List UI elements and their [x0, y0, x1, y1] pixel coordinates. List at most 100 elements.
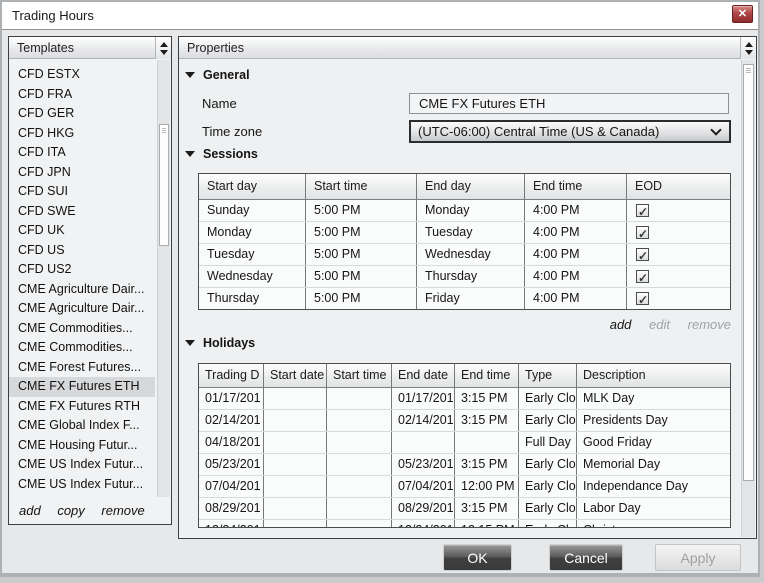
template-item[interactable]: CME Forest Futures... [9, 358, 155, 378]
holiday-cell [327, 410, 392, 431]
eod-checkbox[interactable] [636, 292, 649, 305]
timezone-value: (UTC-06:00) Central Time (US & Canada) [418, 124, 659, 139]
holiday-cell: 3:15 PM [455, 498, 519, 519]
close-button[interactable]: ✕ [732, 5, 753, 23]
eod-checkbox[interactable] [636, 270, 649, 283]
session-row[interactable]: Sunday5:00 PMMonday4:00 PM [199, 200, 730, 221]
name-input[interactable] [409, 93, 729, 114]
session-cell: 5:00 PM [306, 288, 417, 309]
holiday-cell: 3:15 PM [455, 454, 519, 475]
scroll-up-icon[interactable] [745, 42, 753, 47]
template-item[interactable]: CFD ITA [9, 143, 155, 163]
templates-panel-title: Templates [17, 41, 74, 55]
holiday-cell [455, 432, 519, 453]
cancel-button[interactable]: Cancel [549, 544, 623, 571]
templates-copy-link[interactable]: copy [57, 503, 84, 518]
holiday-row[interactable]: 07/04/20107/04/20112:00 PMEarly ClosInde… [199, 475, 730, 497]
template-item[interactable]: CME US Index Futur... [9, 455, 155, 475]
holidays-column-header: Start time [327, 364, 392, 387]
window-title: Trading Hours [12, 2, 94, 30]
properties-panel-title: Properties [187, 41, 244, 55]
eod-checkbox[interactable] [636, 248, 649, 261]
template-item[interactable]: CME Commodities... [9, 319, 155, 339]
sessions-add-link[interactable]: add [610, 317, 632, 332]
session-cell: 5:00 PM [306, 222, 417, 243]
holiday-cell: 01/17/201 [199, 388, 264, 409]
session-cell: 4:00 PM [525, 244, 627, 265]
holidays-column-header: Start date [264, 364, 327, 387]
properties-scrollbar-thumb[interactable] [743, 64, 754, 481]
ok-button[interactable]: OK [443, 544, 512, 571]
holiday-cell: Memorial Day [577, 454, 730, 475]
title-bar: Trading Hours ✕ [2, 2, 758, 30]
scroll-down-icon[interactable] [745, 50, 753, 55]
holiday-row[interactable]: 08/29/20108/29/2013:15 PMEarly ClosLabor… [199, 497, 730, 519]
properties-spinner[interactable] [740, 37, 756, 59]
holiday-row[interactable]: 05/23/20105/23/2013:15 PMEarly ClosMemor… [199, 453, 730, 475]
template-item[interactable]: CME Agriculture Dair... [9, 280, 155, 300]
holiday-cell: Early Clos [519, 454, 577, 475]
holiday-row[interactable]: 04/18/201Full DayGood Friday [199, 431, 730, 453]
holiday-cell: 02/14/201 [392, 410, 455, 431]
template-item[interactable]: CME Agriculture Dair... [9, 299, 155, 319]
holiday-cell: Early Clos [519, 388, 577, 409]
session-eod-cell [627, 200, 730, 221]
holiday-row[interactable]: 12/24/20112/24/20112:15 PMEarly ClosChri… [199, 519, 730, 528]
holiday-cell: 05/23/201 [392, 454, 455, 475]
holiday-cell: Early Clos [519, 410, 577, 431]
template-item[interactable]: CME Global Index F... [9, 416, 155, 436]
template-item[interactable]: CFD SUI [9, 182, 155, 202]
holiday-cell [264, 454, 327, 475]
general-section-header[interactable]: General [185, 68, 250, 82]
session-row[interactable]: Monday5:00 PMTuesday4:00 PM [199, 221, 730, 243]
scroll-up-icon[interactable] [160, 42, 168, 47]
template-item[interactable]: CFD US2 [9, 260, 155, 280]
templates-panel-header: Templates [9, 37, 171, 59]
timezone-select[interactable]: (UTC-06:00) Central Time (US & Canada) [409, 120, 731, 143]
holiday-cell: Independance Day [577, 476, 730, 497]
template-item[interactable]: CME Housing Futur... [9, 436, 155, 456]
template-item[interactable]: CFD SWE [9, 202, 155, 222]
session-row[interactable]: Wednesday5:00 PMThursday4:00 PM [199, 265, 730, 287]
holiday-row[interactable]: 01/17/20101/17/2013:15 PMEarly ClosMLK D… [199, 388, 730, 409]
template-item[interactable]: CME US Index Futur... [9, 475, 155, 495]
template-item[interactable]: CFD JPN [9, 163, 155, 183]
eod-checkbox[interactable] [636, 226, 649, 239]
template-item[interactable]: CFD GER [9, 104, 155, 124]
templates-scrollbar-thumb[interactable] [159, 124, 169, 246]
apply-button[interactable]: Apply [655, 544, 741, 571]
holidays-section-label: Holidays [203, 336, 255, 350]
session-cell: Friday [417, 288, 525, 309]
sessions-table-header: Start dayStart timeEnd dayEnd timeEOD [199, 174, 730, 200]
session-cell: Monday [199, 222, 306, 243]
eod-checkbox[interactable] [636, 204, 649, 217]
session-row[interactable]: Tuesday5:00 PMWednesday4:00 PM [199, 243, 730, 265]
template-item[interactable]: CME Commodities... [9, 338, 155, 358]
sessions-edit-link[interactable]: edit [649, 317, 670, 332]
templates-spinner[interactable] [155, 37, 171, 59]
template-item[interactable]: CME FX Futures ETH [9, 377, 155, 397]
template-item[interactable]: CME FX Futures RTH [9, 397, 155, 417]
holidays-section-header[interactable]: Holidays [185, 336, 255, 350]
holidays-column-header: End date [392, 364, 455, 387]
template-item[interactable]: CFD HKG [9, 124, 155, 144]
templates-add-link[interactable]: add [19, 503, 41, 518]
sessions-section-header[interactable]: Sessions [185, 147, 258, 161]
holiday-row[interactable]: 02/14/20102/14/2013:15 PMEarly ClosPresi… [199, 409, 730, 431]
template-item[interactable]: CFD US [9, 241, 155, 261]
properties-scrollbar [741, 60, 755, 537]
session-cell: Tuesday [417, 222, 525, 243]
holiday-cell: Early Clos [519, 476, 577, 497]
session-cell: 5:00 PM [306, 244, 417, 265]
templates-remove-link[interactable]: remove [101, 503, 144, 518]
template-item[interactable]: CFD UK [9, 221, 155, 241]
holiday-cell: Early Clos [519, 498, 577, 519]
session-row[interactable]: Thursday5:00 PMFriday4:00 PM [199, 287, 730, 309]
sessions-remove-link[interactable]: remove [688, 317, 731, 332]
holiday-cell: 3:15 PM [455, 410, 519, 431]
template-item[interactable]: CFD FRA [9, 85, 155, 105]
scroll-down-icon[interactable] [160, 50, 168, 55]
session-eod-cell [627, 266, 730, 287]
template-item[interactable]: CFD ESTX [9, 65, 155, 85]
holidays-column-header: End time [455, 364, 519, 387]
